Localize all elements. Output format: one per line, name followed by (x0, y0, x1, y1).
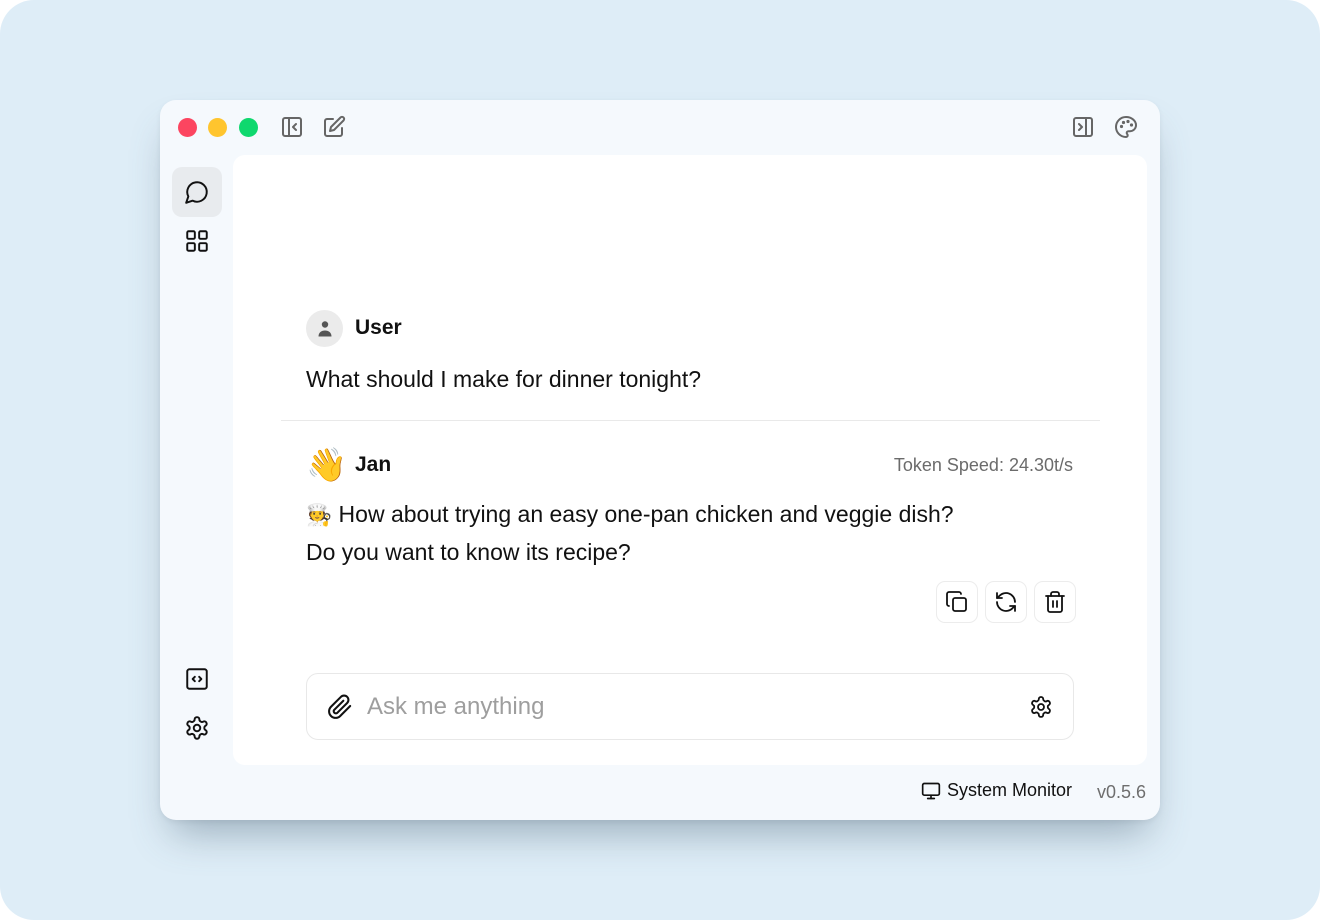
status-bar: System Monitor v0.5.6 (160, 778, 1160, 808)
message-input[interactable] (367, 688, 1007, 726)
user-icon (318, 320, 331, 336)
toggle-right-panel-icon[interactable] (1071, 115, 1095, 139)
close-window-button[interactable] (178, 118, 197, 137)
palette-icon[interactable] (1114, 115, 1138, 139)
collapse-sidebar-icon[interactable] (280, 115, 304, 139)
grid-icon (186, 230, 208, 252)
message-sender: Jan (355, 453, 392, 476)
nav-hub[interactable] (172, 216, 222, 266)
model-settings-icon[interactable] (1029, 695, 1053, 719)
token-speed-label: Token Speed: 24.30t/s (893, 455, 1073, 475)
nav-chat[interactable] (172, 167, 222, 217)
message-line: Do you want to know its recipe? (306, 539, 631, 565)
copy-icon (946, 591, 967, 612)
app-version: v0.5.6 (1096, 782, 1146, 802)
nav-local-api-server[interactable] (172, 654, 222, 704)
system-monitor-label: System Monitor (946, 780, 1072, 800)
message-sender: User (355, 316, 402, 339)
chef-emoji: 🧑‍🍳 (306, 504, 333, 527)
gear-icon (186, 716, 208, 740)
message-divider (281, 420, 1100, 421)
panel-notch (1045, 198, 1091, 228)
system-monitor-button[interactable]: System Monitor (921, 780, 1072, 801)
nav-settings[interactable] (172, 703, 222, 753)
chat-composer (306, 673, 1074, 740)
chat-bubble-icon (185, 181, 208, 204)
monitor-icon (921, 782, 941, 799)
regenerate-icon (996, 592, 1016, 612)
user-avatar (306, 310, 343, 347)
message-text: 🧑‍🍳 How about trying an easy one-pan chi… (306, 496, 1076, 570)
title-bar (160, 100, 1160, 154)
minimize-window-button[interactable] (208, 118, 227, 137)
app-window: User What should I make for dinner tonig… (160, 100, 1160, 820)
message-text: What should I make for dinner tonight? (306, 366, 702, 392)
left-navigation (160, 154, 233, 766)
maximize-window-button[interactable] (239, 118, 258, 137)
message-line: How about trying an easy one-pan chicken… (338, 501, 954, 527)
assistant-avatar: 👋 (306, 446, 348, 483)
delete-button[interactable] (1034, 581, 1076, 623)
attach-icon[interactable] (327, 694, 353, 720)
message-actions (936, 581, 1076, 623)
code-icon (186, 668, 208, 690)
new-chat-icon[interactable] (322, 115, 346, 139)
regenerate-button[interactable] (985, 581, 1027, 623)
chat-panel: User What should I make for dinner tonig… (233, 155, 1147, 765)
delete-icon (1045, 591, 1065, 613)
copy-button[interactable] (936, 581, 978, 623)
